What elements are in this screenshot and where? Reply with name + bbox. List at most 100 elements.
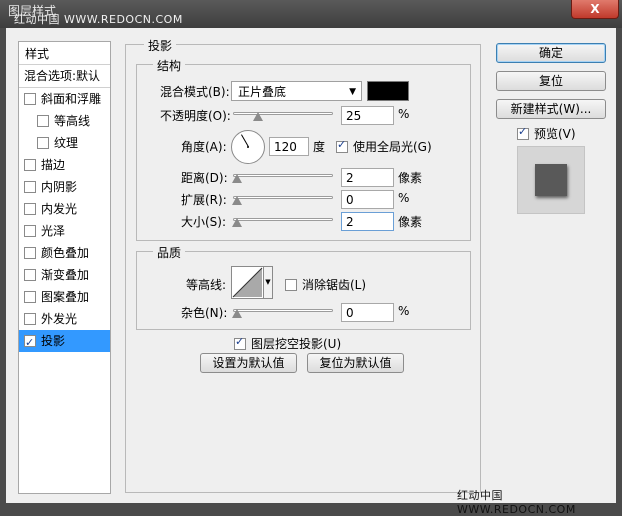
- style-item[interactable]: 光泽: [19, 220, 110, 242]
- angle-dial[interactable]: [231, 130, 265, 164]
- drop-shadow-title: 投影: [144, 37, 177, 54]
- blend-mode-value: 正片叠底: [238, 85, 287, 99]
- preview-checkbox[interactable]: [517, 125, 529, 140]
- close-button[interactable]: X: [571, 0, 619, 19]
- global-light-toggle[interactable]: 使用全局光(G): [336, 138, 432, 155]
- style-item[interactable]: 内阴影: [19, 176, 110, 198]
- distance-slider[interactable]: [232, 172, 333, 184]
- style-item-label: 内阴影: [41, 180, 78, 194]
- contour-label: 等高线:: [186, 278, 227, 292]
- style-item-checkbox[interactable]: [24, 202, 36, 215]
- opacity-label: 不透明度(O):: [160, 109, 231, 123]
- reset-button[interactable]: 复位: [496, 71, 606, 91]
- style-item-label: 等高线: [54, 114, 91, 128]
- style-item-checkbox[interactable]: [24, 290, 36, 303]
- style-item-checkbox[interactable]: [24, 92, 36, 105]
- knockout-toggle[interactable]: 图层挖空投影(U): [234, 335, 341, 352]
- contour-picker[interactable]: ▼: [231, 266, 273, 299]
- global-light-checkbox[interactable]: [336, 138, 348, 153]
- style-item-checkbox[interactable]: [24, 246, 36, 259]
- style-item[interactable]: 投影: [19, 330, 110, 354]
- opacity-slider-track: [233, 112, 333, 115]
- style-item-label: 渐变叠加: [41, 268, 90, 282]
- noise-label: 杂色(N):: [181, 306, 228, 320]
- contour-dropdown-icon[interactable]: ▼: [263, 267, 272, 298]
- size-unit: 像素: [398, 215, 423, 229]
- style-item-checkbox[interactable]: [24, 158, 36, 171]
- opacity-percent: %: [398, 107, 410, 121]
- new-style-button[interactable]: 新建样式(W)...: [496, 99, 606, 119]
- preview-swatch-frame: [517, 146, 585, 214]
- style-item-checkbox[interactable]: [24, 180, 36, 193]
- distance-unit: 像素: [398, 171, 423, 185]
- opacity-slider-thumb[interactable]: [253, 112, 263, 121]
- antialias-toggle[interactable]: 消除锯齿(L): [285, 276, 366, 293]
- style-item[interactable]: 渐变叠加: [19, 264, 110, 286]
- style-item-label: 颜色叠加: [41, 246, 90, 260]
- noise-input[interactable]: 0: [341, 303, 394, 322]
- angle-input[interactable]: 120: [269, 137, 309, 156]
- style-item[interactable]: 纹理: [19, 132, 110, 154]
- contour-curve-icon: [232, 267, 263, 298]
- blend-options-item[interactable]: 混合选项:默认: [19, 65, 110, 88]
- style-item[interactable]: 外发光: [19, 308, 110, 330]
- watermark-top: 红动中国 WWW.REDOCN.COM: [14, 13, 183, 26]
- style-item[interactable]: 颜色叠加: [19, 242, 110, 264]
- size-input[interactable]: 2: [341, 212, 394, 231]
- chevron-down-icon: ▼: [349, 87, 356, 97]
- blend-mode-select[interactable]: 正片叠底 ▼: [231, 81, 362, 101]
- angle-unit: 度: [313, 140, 326, 154]
- preview-label: 预览(V): [534, 127, 576, 141]
- noise-percent: %: [398, 304, 410, 318]
- style-item-checkbox[interactable]: [37, 136, 49, 149]
- spread-slider-track: [233, 196, 333, 199]
- antialias-label: 消除锯齿(L): [302, 278, 367, 292]
- style-item[interactable]: 等高线: [19, 110, 110, 132]
- style-item[interactable]: 斜面和浮雕: [19, 88, 110, 110]
- noise-slider-thumb[interactable]: [232, 309, 242, 318]
- angle-label: 角度(A):: [181, 140, 227, 154]
- style-item-checkbox[interactable]: [24, 224, 36, 237]
- opacity-input[interactable]: 25: [341, 106, 394, 125]
- spread-label: 扩展(R):: [181, 193, 227, 207]
- distance-input[interactable]: 2: [341, 168, 394, 187]
- size-slider[interactable]: [232, 216, 333, 228]
- spread-slider[interactable]: [232, 194, 333, 206]
- distance-slider-thumb[interactable]: [232, 174, 242, 183]
- style-item-checkbox[interactable]: [24, 332, 36, 354]
- style-item-label: 纹理: [54, 136, 79, 150]
- blend-options-label: 混合选项:默认: [24, 69, 101, 83]
- quality-title: 品质: [153, 244, 186, 261]
- distance-label: 距离(D):: [181, 171, 228, 185]
- style-item-label: 投影: [41, 334, 66, 348]
- style-item[interactable]: 内发光: [19, 198, 110, 220]
- style-item-checkbox[interactable]: [24, 312, 36, 325]
- ok-button[interactable]: 确定: [496, 43, 606, 63]
- reset-default-button[interactable]: 复位为默认值: [307, 353, 404, 373]
- spread-input[interactable]: 0: [341, 190, 394, 209]
- style-item-checkbox[interactable]: [24, 268, 36, 281]
- style-item-checkbox[interactable]: [37, 114, 49, 127]
- preview-swatch: [535, 164, 567, 196]
- style-item[interactable]: 图案叠加: [19, 286, 110, 308]
- style-item-label: 图案叠加: [41, 290, 90, 304]
- opacity-slider[interactable]: [233, 110, 333, 122]
- style-item-label: 内发光: [41, 202, 78, 216]
- size-slider-thumb[interactable]: [232, 218, 242, 227]
- knockout-checkbox[interactable]: [234, 335, 246, 350]
- spread-slider-thumb[interactable]: [232, 196, 242, 205]
- structure-title: 结构: [153, 57, 186, 74]
- style-item-label: 外发光: [41, 312, 78, 326]
- antialias-checkbox[interactable]: [285, 278, 297, 291]
- noise-slider[interactable]: [232, 307, 333, 319]
- spread-percent: %: [398, 191, 410, 205]
- shadow-color-swatch[interactable]: [367, 81, 409, 101]
- style-item-label: 描边: [41, 158, 66, 172]
- size-label: 大小(S):: [181, 215, 227, 229]
- set-default-button[interactable]: 设置为默认值: [200, 353, 297, 373]
- angle-dial-needle: [241, 134, 249, 147]
- preview-toggle[interactable]: 预览(V): [517, 125, 576, 142]
- watermark-bottom: 红动中国 WWW.REDOCN.COM: [457, 489, 576, 516]
- noise-slider-track: [233, 309, 333, 312]
- style-item[interactable]: 描边: [19, 154, 110, 176]
